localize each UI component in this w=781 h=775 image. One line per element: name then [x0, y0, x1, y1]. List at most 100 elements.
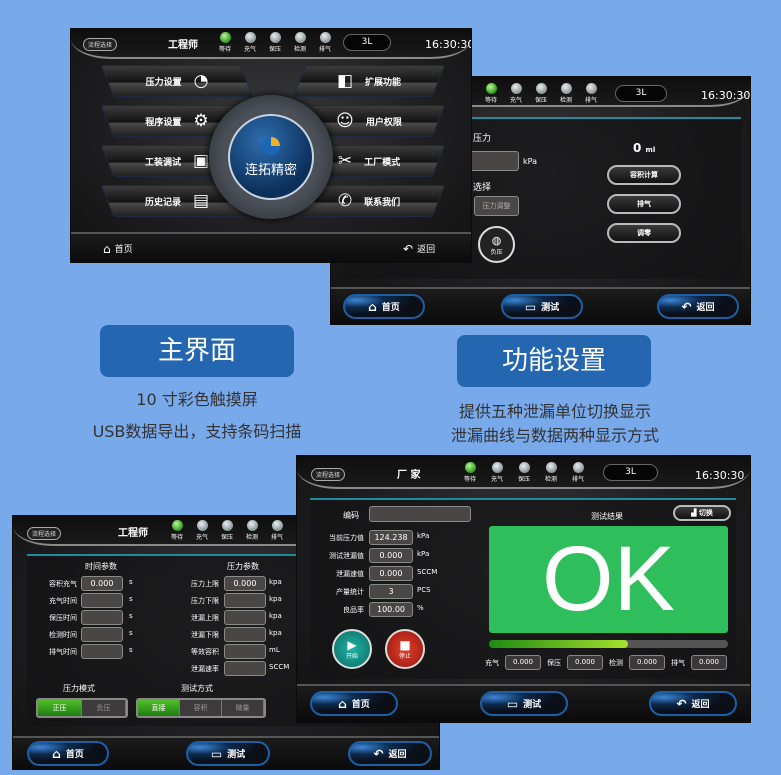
param-input[interactable]: 0.000 — [369, 566, 413, 581]
menu-gauge[interactable]: 压力设置 ◔ — [100, 65, 254, 97]
test-button[interactable]: ▭ 测试 — [186, 741, 270, 766]
start-label: 开始 — [345, 652, 358, 660]
status-light-icon — [269, 32, 281, 43]
menu-label: 联系我们 — [364, 197, 401, 208]
param-unit: s — [129, 646, 133, 654]
negative-pressure-label: 负压 — [490, 248, 503, 256]
result-display: OK — [489, 526, 728, 633]
status-light-label: 保压 — [220, 534, 233, 541]
param-input[interactable] — [81, 644, 123, 659]
chip-icon: ▣ — [192, 151, 210, 171]
clock: 16:30:30 — [701, 89, 751, 102]
test-label: 测试 — [541, 303, 560, 313]
param-label: 泄漏上限 — [191, 614, 219, 622]
param-unit: s — [129, 595, 133, 603]
menu-door[interactable]: ◧ 扩展功能 — [292, 65, 446, 97]
test-button[interactable]: ▭ 测试 — [480, 691, 568, 716]
flow-select-button[interactable]: 流程选择 — [83, 38, 118, 51]
back-button[interactable]: ↶ 返回 — [403, 241, 435, 256]
method-option[interactable]: 直接 — [138, 700, 180, 716]
time-params-title: 时间参数 — [85, 562, 117, 571]
param-input[interactable]: 124.238 — [369, 530, 413, 545]
status-light-icon — [319, 32, 331, 43]
param-input[interactable] — [224, 644, 266, 659]
test-button[interactable]: ▭ 测试 — [501, 294, 583, 319]
main-desc-line-1: 10 寸彩色触摸屏 — [136, 390, 258, 409]
param-input[interactable] — [224, 627, 266, 642]
home-button[interactable]: ⌂ 首页 — [310, 691, 398, 716]
param-label: 检测时间 — [49, 631, 77, 639]
home-button[interactable]: ⌂ 首页 — [27, 741, 109, 766]
method-option[interactable]: 微量 — [222, 700, 264, 716]
negative-pressure-button[interactable]: ◍ 负压 — [478, 226, 515, 263]
status-light-icon — [510, 83, 522, 94]
switch-view-button[interactable]: ▟ 切换 — [673, 505, 731, 521]
phase-label: 充气 — [485, 658, 499, 667]
status-light-label: 等待 — [218, 46, 231, 53]
param-input[interactable]: 0.000 — [369, 548, 413, 563]
code-input[interactable] — [369, 506, 471, 522]
status-light-icon — [219, 32, 231, 43]
menu-label: 用户权限 — [365, 117, 402, 128]
notebook-icon: ▤ — [192, 191, 210, 211]
menu-label: 工厂模式 — [364, 157, 401, 168]
function-desc-line-2: 泄漏曲线与数据两种显示方式 — [450, 426, 659, 445]
method-option[interactable]: 容积 — [180, 700, 222, 716]
status-light-label: 充气 — [195, 534, 208, 541]
start-button[interactable]: ▶ 开始 — [332, 629, 372, 669]
status-light-label: 排气 — [571, 476, 584, 483]
home-label: 首页 — [65, 750, 84, 760]
param-input[interactable]: 0.000 — [81, 576, 123, 591]
back-button[interactable]: ↶ 返回 — [348, 741, 432, 766]
test-method-title: 测试方式 — [181, 684, 213, 693]
clock: 16:30:30 — [425, 38, 472, 51]
param-label: 保压时间 — [49, 614, 77, 622]
user-role: 工程师 — [168, 40, 198, 51]
pressure-unit: kPa — [523, 157, 537, 166]
param-input[interactable] — [81, 627, 123, 642]
stop-label: 停止 — [398, 652, 411, 660]
param-input[interactable] — [224, 610, 266, 625]
status-light-icon — [294, 32, 306, 43]
home-button[interactable]: ⌂ 首页 — [103, 242, 133, 256]
back-button[interactable]: ↶ 返回 — [657, 294, 739, 319]
param-input[interactable] — [81, 610, 123, 625]
status-bar: 流程选择 厂 家 等待 充气 保压 检测 排气 3L 16:30:30 — [297, 456, 750, 489]
test-method-toggle[interactable]: 直接 容积 微量 — [136, 698, 266, 718]
back-arrow-icon: ↶ — [403, 241, 414, 256]
test-label: 测试 — [523, 700, 542, 710]
flow-select-button[interactable]: 流程选择 — [311, 468, 346, 481]
param-input[interactable]: 3 — [369, 584, 413, 599]
status-light: 排气 — [570, 462, 586, 483]
test-screen: 流程选择 厂 家 等待 充气 保压 检测 排气 3L 16:30:30 编码 当前压力值… — [296, 455, 751, 723]
status-light-icon — [485, 83, 497, 94]
param-input[interactable]: 0.000 — [224, 576, 266, 591]
monitor-icon: ▭ — [210, 746, 223, 761]
pressure-mode-toggle[interactable]: 正压 负压 — [36, 698, 128, 718]
param-input[interactable] — [224, 661, 266, 676]
progress-fill — [489, 640, 628, 648]
zero-button[interactable]: 调零 — [607, 223, 681, 243]
chart-icon: ▟ — [691, 509, 697, 517]
back-button[interactable]: ↶ 返回 — [649, 691, 737, 716]
progress-bar — [489, 640, 728, 648]
param-unit: PCS — [417, 586, 431, 594]
status-light: 等待 — [483, 83, 499, 104]
pressure-adjust-button[interactable]: 压力调整 — [474, 196, 519, 216]
status-light-label: 等待 — [484, 97, 497, 104]
volume-calc-button[interactable]: 容积计算 — [607, 165, 681, 185]
pressure-params-title: 压力参数 — [227, 562, 259, 571]
flow-select-button[interactable]: 流程选择 — [27, 527, 62, 540]
stop-button[interactable]: ■ 停止 — [385, 629, 425, 669]
param-input[interactable] — [224, 593, 266, 608]
exhaust-button[interactable]: 排气 — [607, 194, 681, 214]
mode-option[interactable]: 正压 — [38, 700, 82, 716]
param-input[interactable]: 100.00 — [369, 602, 413, 617]
param-unit: s — [129, 578, 133, 586]
param-input[interactable] — [81, 593, 123, 608]
monitor-icon: ▭ — [524, 299, 537, 314]
nav-bar: ⌂ 首页 ▭ 测试 ↶ 返回 — [297, 684, 750, 722]
status-light-label: 充气 — [490, 476, 503, 483]
mode-option[interactable]: 负压 — [82, 700, 126, 716]
home-button[interactable]: ⌂ 首页 — [343, 294, 425, 319]
